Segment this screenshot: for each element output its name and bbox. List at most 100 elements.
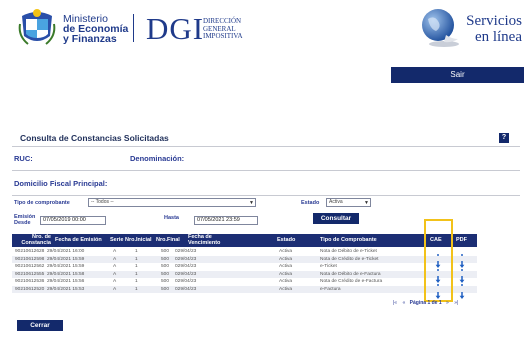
cell-fecha: 29/04/2021 15:59	[47, 256, 85, 262]
cell-tipo: Nota de Crédito de e-Ticket	[320, 256, 379, 262]
chevron-down-icon: ▼	[249, 200, 254, 206]
cell-inicial: 1	[135, 271, 138, 277]
cell-tipo: Nota de Crédito de e-Factura	[320, 279, 383, 285]
servicios-line2: en línea	[474, 29, 522, 45]
cell-final: 500	[161, 279, 170, 285]
ruc-label: RUC:	[14, 154, 33, 163]
cell-venc: 029/04/23	[175, 279, 197, 285]
cell-inicial: 1	[135, 249, 138, 254]
cell-serie: A	[113, 287, 117, 292]
tipo-comprobante-select[interactable]: -- Todos -- ▼	[88, 198, 256, 207]
cell-estado: Activa	[279, 256, 293, 262]
cell-tipo: e-Factura	[320, 287, 341, 292]
first-page-button[interactable]: |«	[393, 300, 397, 306]
col-fecha-emision: Fecha de Emisión	[55, 237, 102, 243]
tipo-comprobante-label: Tipo de comprobante	[14, 200, 70, 206]
hasta-input[interactable]: 07/05/2021 23:59	[194, 216, 258, 225]
ministerio-logo-text: Ministerio de Economía y Finanzas	[63, 14, 128, 45]
estado-select[interactable]: Activa ▼	[326, 198, 371, 207]
pdf-download-icon[interactable]	[459, 256, 465, 269]
pdf-download-icon[interactable]	[459, 278, 465, 292]
cerrar-button[interactable]: Cerrar	[17, 320, 63, 331]
domicilio-divider	[12, 195, 520, 196]
next-page-button[interactable]: »	[446, 300, 449, 306]
col-nro-constancia: Nro. de Constancia	[15, 234, 51, 246]
table-row: 90210612520 29/04/2021 15:53 A 1 500 029/04/2…	[12, 286, 477, 299]
table-row: 90210612562 29/04/2021 15:59 A 1 500 029/04/2…	[12, 263, 477, 276]
ministerio-line3: y Finanzas	[63, 33, 117, 45]
emision-desde-input[interactable]: 07/05/2019 00:00	[40, 216, 106, 225]
cell-estado: Activa	[279, 249, 293, 254]
col-venc-line2: Vencimiento	[188, 240, 221, 246]
cell-nro: 90210612628	[15, 249, 45, 254]
cell-fecha: 29/04/2021 15:53	[47, 287, 85, 292]
table-row: 90210612555 29/04/2021 15:58 A 1 500 029/04/2…	[12, 270, 477, 284]
cell-nro: 90210612598	[15, 256, 45, 262]
cell-fecha: 29/04/2021 15:59	[47, 264, 85, 270]
tipo-comprobante-value: -- Todos --	[91, 199, 114, 205]
cell-nro: 90210612520	[15, 287, 45, 292]
site-header: Ministerio de Economía y Finanzas DGI DI…	[0, 0, 531, 62]
pagination: |« « Página 1 de 1 » »|	[393, 300, 458, 306]
title-divider	[12, 146, 520, 147]
cell-tipo: Nota de Débito de e-Factura	[320, 271, 381, 277]
estado-label: Estado	[301, 200, 320, 206]
sair-button[interactable]: Sair	[391, 67, 524, 83]
cell-serie: A	[113, 271, 117, 277]
dgi-logo: DGI	[146, 11, 205, 46]
emision-desde-label: Emisión Desde	[14, 214, 35, 226]
cell-estado: Activa	[279, 279, 293, 285]
domicilio-label: Domicilio Fiscal Principal:	[14, 179, 108, 188]
col-nro-line2: Constancia	[21, 240, 51, 246]
cell-estado: Activa	[279, 271, 293, 277]
cae-column-highlight	[424, 219, 453, 302]
chevron-down-icon: ▼	[364, 200, 369, 206]
cell-final: 500	[161, 256, 170, 262]
cell-estado: Activa	[279, 287, 293, 292]
help-button[interactable]: ?	[499, 133, 509, 143]
cell-venc: 029/04/23	[175, 249, 197, 254]
cell-nro: 90210612562	[15, 264, 45, 270]
cell-inicial: 1	[135, 287, 138, 292]
cell-fecha: 29/04/2021 15:58	[47, 271, 85, 277]
cell-serie: A	[113, 279, 117, 285]
pdf-download-icon[interactable]	[459, 263, 465, 276]
cell-fecha: 29/04/2021 16:00	[47, 249, 85, 254]
cell-nro: 90210612536	[15, 279, 45, 285]
table-row: 90210612536 29/04/2021 15:56 A 1 500 029/04/2…	[12, 278, 477, 292]
prev-page-button[interactable]: «	[402, 300, 405, 306]
page-title: Consulta de Constancias Solicitadas	[20, 133, 169, 143]
results-table-header: Nro. de Constancia Fecha de Emisión Seri…	[12, 234, 477, 247]
estado-value: Activa	[329, 199, 343, 205]
consultar-button[interactable]: Consultar	[313, 213, 359, 224]
cell-serie: A	[113, 256, 117, 262]
pdf-download-icon[interactable]	[459, 271, 465, 284]
cell-venc: 029/04/23	[175, 256, 197, 262]
pdf-download-icon[interactable]	[459, 248, 465, 261]
pdf-download-icon[interactable]	[459, 286, 465, 299]
table-row: 90210612628 29/04/2021 16:00 A 1 500 029/04/2…	[12, 248, 477, 261]
col-serie: Serie	[110, 237, 124, 243]
cell-venc: 029/04/23	[175, 271, 197, 277]
header-divider	[133, 14, 134, 42]
dgi-sub-line3: IMPOSITIVA	[203, 32, 243, 40]
dgi-subtitle: DIRECCIÓN GENERAL IMPOSITIVA	[203, 17, 243, 41]
ruc-divider	[12, 170, 520, 171]
col-nro-inicial: Nro.Inicial	[125, 237, 152, 243]
col-fecha-vencimiento: Fecha de Vencimiento	[188, 234, 220, 246]
cell-inicial: 1	[135, 279, 138, 285]
cell-final: 500	[161, 271, 170, 277]
emision-label-line2: Desde	[14, 220, 31, 226]
last-page-button[interactable]: »|	[454, 300, 458, 306]
cell-inicial: 1	[135, 256, 138, 262]
cell-nro: 90210612555	[15, 271, 45, 277]
col-tipo-comprobante: Tipo de Comprobante	[320, 237, 377, 243]
cell-tipo: Nota de Débito de e-Ticket	[320, 249, 377, 254]
servicios-en-linea-text: Servicios en línea	[452, 13, 522, 45]
cell-serie: A	[113, 249, 117, 254]
cell-final: 500	[161, 287, 170, 292]
coat-of-arms-icon	[18, 9, 56, 45]
cell-venc: 029/04/23	[175, 287, 197, 292]
denominacion-label: Denominación:	[130, 154, 185, 163]
cell-final: 500	[161, 249, 170, 254]
